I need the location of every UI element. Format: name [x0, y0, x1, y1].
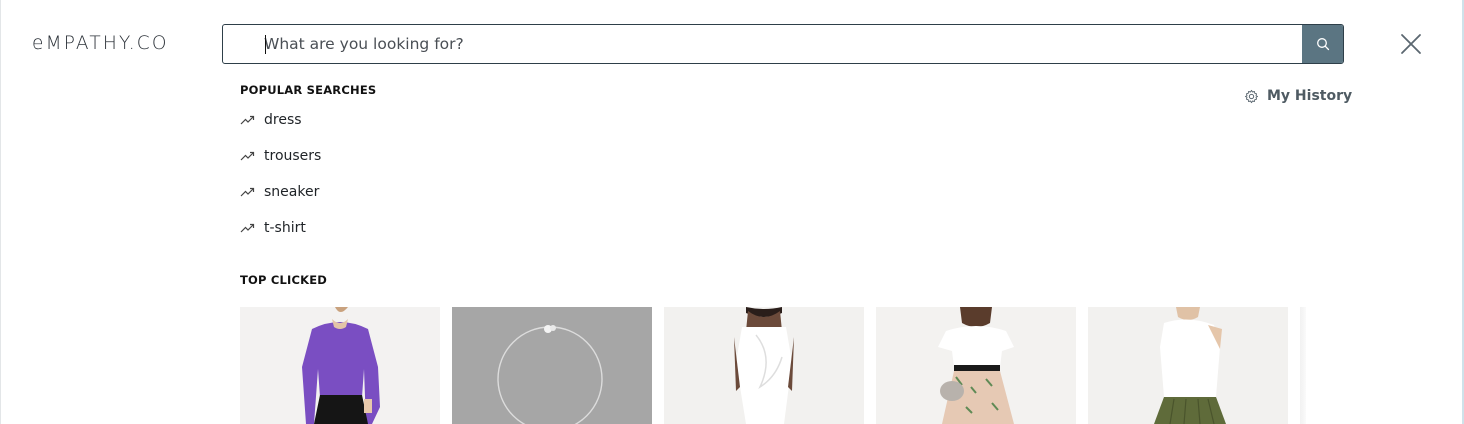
gear-icon: [1244, 89, 1259, 103]
search-button[interactable]: [1302, 25, 1343, 63]
product-image-floral-pleated-skirt-outfit: [876, 307, 1076, 424]
trending-icon: [240, 151, 264, 161]
popular-search-label: dress: [264, 112, 302, 128]
trending-icon: [240, 187, 264, 197]
top-clicked-products: [240, 307, 1288, 424]
trending-icon: [240, 223, 264, 233]
my-history-label: My History: [1267, 88, 1353, 104]
popular-search-item[interactable]: trousers: [240, 138, 321, 174]
search-icon: [1316, 38, 1329, 51]
search-bar: [222, 24, 1344, 64]
product-card[interactable]: [664, 307, 864, 424]
product-card[interactable]: [452, 307, 652, 424]
product-image-white-ruffle-jumpsuit: [664, 307, 864, 424]
trending-icon: [240, 115, 264, 125]
popular-searches-title: POPULAR SEARCHES: [240, 83, 377, 97]
popular-search-item[interactable]: dress: [240, 102, 321, 138]
product-card[interactable]: [876, 307, 1076, 424]
popular-search-item[interactable]: sneaker: [240, 174, 321, 210]
product-image-white-top-olive-skirt: [1088, 307, 1288, 424]
search-input[interactable]: [223, 25, 1302, 63]
popular-search-item[interactable]: t-shirt: [240, 210, 321, 246]
close-icon: [1401, 34, 1421, 54]
popular-searches-list: dress trousers sneaker t-shirt: [240, 110, 321, 254]
product-card-peek[interactable]: [1300, 307, 1306, 424]
product-card[interactable]: [1088, 307, 1288, 424]
text-caret: [265, 35, 266, 54]
product-image-silver-necklace: [452, 307, 652, 424]
my-history-button[interactable]: My History: [1244, 86, 1352, 106]
popular-search-label: sneaker: [264, 184, 320, 200]
brand-logo[interactable]: eMPATHY.CO: [32, 32, 169, 56]
top-clicked-title: TOP CLICKED: [240, 273, 328, 287]
left-divider: [0, 0, 1, 424]
product-card[interactable]: [240, 307, 440, 424]
popular-search-label: t-shirt: [264, 220, 306, 236]
close-button[interactable]: [1398, 31, 1424, 57]
popular-search-label: trousers: [264, 148, 322, 164]
product-image-purple-knit-sweater: [240, 307, 440, 424]
